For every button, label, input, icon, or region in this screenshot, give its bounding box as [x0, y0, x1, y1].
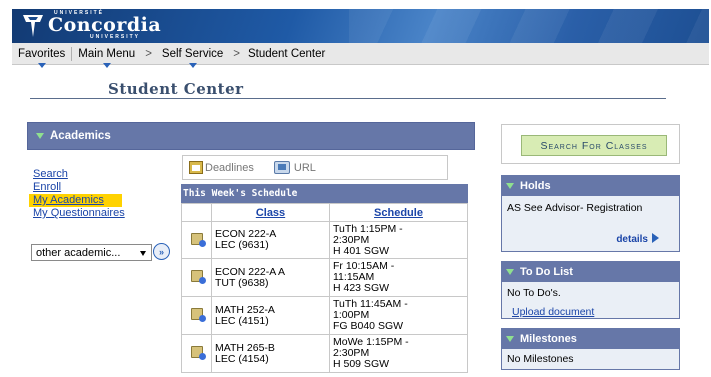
calendar-icon — [189, 161, 203, 174]
select-caret-icon — [140, 251, 146, 256]
holds-panel: Holds AS See Advisor- Registration detai… — [501, 175, 680, 252]
schedule-time-start: TuTh 1:15PM - — [333, 222, 403, 235]
url-button[interactable]: URL — [273, 161, 316, 174]
deadlines-label: Deadlines — [205, 161, 254, 174]
academics-header[interactable]: Academics — [27, 122, 475, 150]
schedule-room: H 509 SGW — [333, 358, 390, 370]
schedule-time-end: 2:30PM — [333, 233, 370, 246]
link-search[interactable]: Search — [33, 168, 125, 181]
class-details-icon[interactable] — [190, 232, 206, 247]
search-classes-panel: Search For Classes — [501, 124, 680, 164]
holds-header-label: Holds — [520, 180, 551, 192]
link-my-academics[interactable]: My Academics — [29, 194, 122, 207]
table-row: MATH 252-A LEC (4151) TuTh 11:45AM -1:00P… — [181, 296, 468, 335]
web-link-icon — [273, 161, 290, 174]
nav-main-menu[interactable]: Main Menu — [72, 47, 141, 68]
schedule-table: Class Schedule ECON 222-A LEC (9631) TuTh… — [181, 203, 468, 373]
milestones-header[interactable]: Milestones — [502, 329, 679, 349]
nav-self-service-label: Self Service — [161, 47, 224, 60]
concordia-shield-icon — [23, 14, 43, 37]
other-academic-select[interactable]: other academic... — [31, 244, 152, 261]
class-details-icon[interactable] — [190, 346, 206, 360]
nav-favorites-label: Favorites — [18, 47, 66, 60]
holds-details-link[interactable]: details — [616, 232, 659, 245]
class-code: MATH 265-B — [215, 341, 275, 354]
collapse-triangle-icon[interactable] — [506, 336, 514, 342]
url-label: URL — [293, 161, 316, 174]
title-divider — [30, 98, 666, 99]
milestones-header-label: Milestones — [520, 333, 577, 345]
main-menu-dropdown-icon — [102, 62, 111, 68]
column-icon — [181, 203, 212, 222]
go-button[interactable]: » — [153, 243, 170, 260]
table-row: MATH 265-B LEC (4154) MoWe 1:15PM -2:30PM… — [181, 334, 468, 373]
todo-header-label: To Do List — [520, 266, 573, 278]
university-banner: UNIVERSITÉ Concordia UNIVERSITY — [12, 9, 709, 43]
class-details-icon[interactable] — [190, 270, 206, 284]
class-section: LEC (4154) — [215, 352, 269, 365]
schedule-room: H 401 SGW — [333, 244, 390, 257]
class-section: LEC (4151) — [215, 314, 269, 327]
class-details-icon[interactable] — [190, 308, 206, 322]
holds-body: AS See Advisor- Registration details — [502, 196, 679, 251]
hold-item: AS See Advisor- Registration — [507, 202, 643, 214]
nav-self-service[interactable]: Self Service — [156, 47, 229, 68]
concordia-logo[interactable]: UNIVERSITÉ Concordia UNIVERSITY — [20, 11, 161, 40]
details-label: details — [616, 234, 648, 245]
milestones-empty-text: No Milestones — [507, 353, 574, 365]
breadcrumb-separator: > — [233, 47, 240, 60]
favorites-dropdown-icon — [37, 62, 46, 68]
column-class[interactable]: Class — [211, 203, 330, 222]
top-navbar: Favorites Main Menu > Self Service > Stu… — [12, 43, 709, 68]
schedule-header: This Week's Schedule — [181, 184, 468, 203]
milestones-body: No Milestones — [502, 349, 679, 369]
other-academic-select-value: other academic... — [36, 246, 121, 259]
table-row: ECON 222-A A TUT (9638) Fr 10:15AM -11:15… — [181, 258, 468, 297]
page-title: Student Center — [108, 80, 244, 98]
nav-favorites[interactable]: Favorites — [12, 47, 71, 68]
nav-main-menu-label: Main Menu — [78, 47, 136, 60]
self-service-dropdown-icon — [188, 62, 197, 68]
logo-subscript: UNIVERSITY — [90, 34, 141, 40]
class-code: ECON 222-A A — [215, 265, 286, 278]
weekly-schedule: This Week's Schedule Class Schedule ECON… — [181, 184, 468, 373]
class-section: LEC (9631) — [215, 239, 269, 251]
class-section: TUT (9638) — [215, 276, 269, 289]
breadcrumb-student-center: Student Center — [247, 47, 326, 60]
schedule-room: H 423 SGW — [333, 282, 390, 294]
table-row: ECON 222-A LEC (9631) TuTh 1:15PM -2:30PM… — [181, 221, 468, 259]
class-code: MATH 252-A — [215, 303, 275, 316]
column-schedule[interactable]: Schedule — [329, 203, 468, 222]
academics-links: Search Enroll My Academics My Questionna… — [29, 168, 125, 220]
deadlines-button[interactable]: Deadlines — [189, 161, 254, 174]
link-enroll[interactable]: Enroll — [33, 181, 125, 194]
holds-header[interactable]: Holds — [502, 176, 679, 196]
collapse-triangle-icon[interactable] — [506, 183, 514, 189]
arrow-right-icon — [652, 232, 659, 243]
deadlines-url-bar: Deadlines URL — [182, 155, 448, 180]
academics-header-label: Academics — [50, 130, 111, 142]
schedule-room: FG B040 SGW — [333, 320, 404, 332]
milestones-panel: Milestones No Milestones — [501, 328, 680, 370]
logo-name: Concordia — [48, 14, 162, 36]
todo-empty-text: No To Do's. — [507, 287, 561, 299]
todo-header[interactable]: To Do List — [502, 262, 679, 282]
upload-document-link[interactable]: Upload document — [512, 306, 594, 318]
go-arrow-icon: » — [158, 246, 164, 257]
search-for-classes-button[interactable]: Search For Classes — [521, 135, 667, 156]
breadcrumb-separator: > — [145, 47, 152, 60]
link-my-questionnaires[interactable]: My Questionnaires — [33, 207, 125, 220]
collapse-triangle-icon[interactable] — [506, 269, 514, 275]
collapse-triangle-icon[interactable] — [36, 133, 44, 139]
